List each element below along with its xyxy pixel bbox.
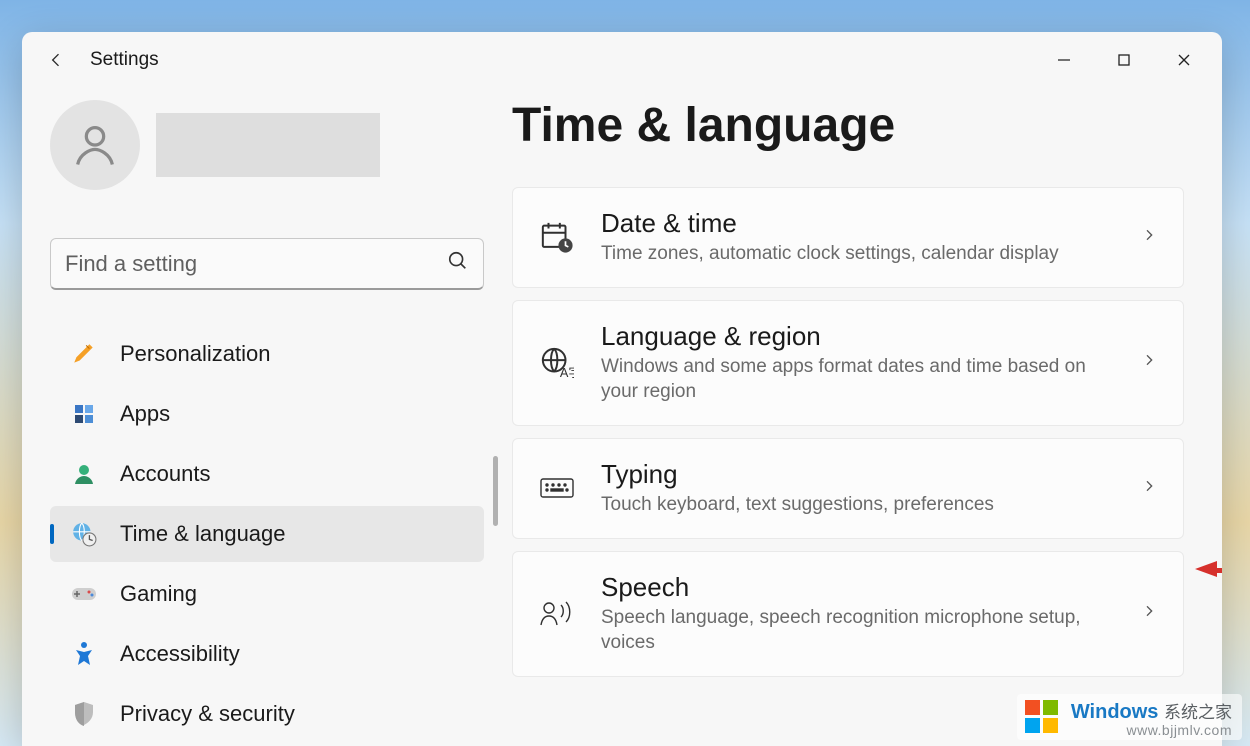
sidebar-scrollbar[interactable] [493,456,498,526]
watermark-url: www.bjjmlv.com [1071,722,1232,738]
card-language-region[interactable]: A字 Language & region Windows and some ap… [512,300,1184,426]
card-body: Speech Speech language, speech recogniti… [601,572,1115,656]
sidebar-item-label: Gaming [120,581,197,607]
card-typing[interactable]: Typing Touch keyboard, text suggestions,… [512,438,1184,539]
app-title: Settings [90,49,159,71]
svg-text:A字: A字 [560,365,574,380]
close-button[interactable] [1154,36,1214,84]
search-input[interactable] [65,251,441,277]
sidebar-item-privacy[interactable]: Privacy & security [50,686,484,742]
watermark-text: Windows 系统之家 www.bjjmlv.com [1071,698,1232,738]
settings-window: Settings [22,32,1222,746]
watermark-brand-suffix: 系统之家 [1164,703,1232,722]
card-title: Language & region [601,321,1115,352]
windows-logo-icon [1023,698,1063,738]
card-date-time[interactable]: Date & time Time zones, automatic clock … [512,187,1184,288]
title-bar: Settings [22,32,1222,88]
profile-section[interactable] [50,100,484,190]
card-subtitle: Touch keyboard, text suggestions, prefer… [601,492,1115,518]
card-subtitle: Windows and some apps format dates and t… [601,354,1115,405]
gamepad-icon [70,580,98,608]
card-body: Language & region Windows and some apps … [601,321,1115,405]
sidebar-item-time-language[interactable]: Time & language [50,506,484,562]
main-panel: Time & language Date & time Time zones, … [512,88,1222,746]
shield-icon [70,700,98,728]
globe-language-icon: A字 [539,345,575,381]
card-body: Date & time Time zones, automatic clock … [601,208,1115,267]
titlebar-left: Settings [44,48,159,72]
chevron-right-icon [1141,603,1157,624]
apps-icon [70,400,98,428]
sidebar-item-label: Accessibility [120,641,240,667]
watermark: Windows 系统之家 www.bjjmlv.com [1017,694,1242,740]
sidebar-item-gaming[interactable]: Gaming [50,566,484,622]
card-subtitle: Speech language, speech recognition micr… [601,605,1115,656]
calendar-clock-icon [539,219,575,255]
card-speech[interactable]: Speech Speech language, speech recogniti… [512,551,1184,677]
maximize-button[interactable] [1094,36,1154,84]
watermark-brand: Windows [1071,701,1159,723]
chevron-right-icon [1141,227,1157,248]
person-icon [70,460,98,488]
sidebar-item-apps[interactable]: Apps [50,386,484,442]
accessibility-icon [70,640,98,668]
sidebar: Personalization Apps Accounts [22,88,512,746]
sidebar-item-accessibility[interactable]: Accessibility [50,626,484,682]
chevron-right-icon [1141,352,1157,373]
keyboard-icon [539,470,575,506]
sidebar-item-label: Personalization [120,341,270,367]
card-title: Speech [601,572,1115,603]
username-placeholder [156,113,380,177]
window-controls [1034,36,1214,84]
search-box[interactable] [50,238,484,290]
sidebar-nav: Personalization Apps Accounts [50,326,484,742]
speech-icon [539,596,575,632]
sidebar-item-label: Apps [120,401,170,427]
card-subtitle: Time zones, automatic clock settings, ca… [601,241,1115,267]
card-title: Date & time [601,208,1115,239]
avatar [50,100,140,190]
sidebar-item-label: Time & language [120,521,286,547]
search-icon [447,250,469,277]
page-title: Time & language [512,98,1184,153]
minimize-button[interactable] [1034,36,1094,84]
card-body: Typing Touch keyboard, text suggestions,… [601,459,1115,518]
chevron-right-icon [1141,478,1157,499]
sidebar-item-label: Privacy & security [120,701,295,727]
globe-clock-icon [70,520,98,548]
card-title: Typing [601,459,1115,490]
annotation-arrow [1185,558,1222,580]
content-area: Personalization Apps Accounts [22,88,1222,746]
sidebar-item-label: Accounts [120,461,211,487]
sidebar-item-personalization[interactable]: Personalization [50,326,484,382]
sidebar-item-accounts[interactable]: Accounts [50,446,484,502]
back-button[interactable] [44,48,68,72]
paintbrush-icon [70,340,98,368]
